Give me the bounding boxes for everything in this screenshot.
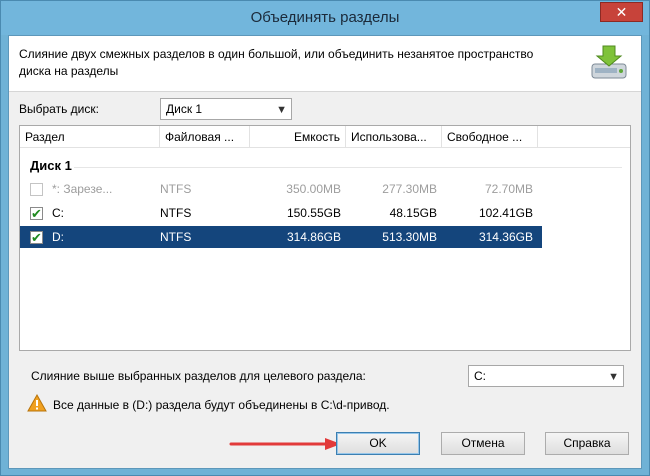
annotation-arrow-icon [229, 438, 341, 450]
cell-free: 314.36GB [478, 230, 533, 244]
row-checkbox [30, 183, 43, 196]
warning-icon [27, 394, 47, 412]
column-header-used[interactable]: Использова... [346, 126, 442, 148]
header-band: Слияние двух смежных разделов в один бол… [9, 36, 641, 92]
list-header: Раздел Файловая ... Емкость Использова..… [20, 126, 630, 148]
cell-filesystem: NTFS [160, 230, 192, 244]
ok-button[interactable]: OK [336, 432, 420, 455]
disk-select-label: Выбрать диск: [19, 102, 99, 116]
title-bar[interactable]: Объединять разделы ✕ [1, 1, 649, 35]
chevron-down-icon: ▼ [276, 104, 287, 116]
row-checkbox[interactable]: ✔ [30, 231, 43, 244]
group-divider [74, 167, 622, 168]
column-header-free[interactable]: Свободное ... [442, 126, 538, 148]
disk-select[interactable]: Диск 1 ▼ [160, 98, 292, 120]
cell-capacity: 150.55GB [286, 206, 341, 220]
table-row-selected[interactable]: ✔ D: NTFS 314.86GB 513.30MB 314.36GB [20, 226, 542, 248]
table-row: *: Зарезе... NTFS 350.00MB 277.30MB 72.7… [20, 178, 542, 200]
cell-free: 72.70MB [484, 182, 533, 196]
cell-capacity: 314.86GB [286, 230, 341, 244]
cell-filesystem: NTFS [160, 206, 192, 220]
cell-used: 277.30MB [382, 182, 437, 196]
column-header-partition[interactable]: Раздел [20, 126, 160, 148]
group-title-disk: Диск 1 [30, 158, 72, 173]
target-partition-label: Слияние выше выбранных разделов для целе… [31, 369, 366, 383]
column-header-filesystem[interactable]: Файловая ... [160, 126, 250, 148]
partition-list[interactable]: Раздел Файловая ... Емкость Использова..… [19, 125, 631, 351]
window-title: Объединять разделы [250, 9, 400, 26]
cell-used: 513.30MB [382, 230, 437, 244]
cancel-button[interactable]: Отмена [441, 432, 525, 455]
dialog-description: Слияние двух смежных разделов в один бол… [19, 47, 534, 78]
help-button[interactable]: Справка [545, 432, 629, 455]
dialog-client: Слияние двух смежных разделов в один бол… [8, 35, 642, 469]
dialog-window: Объединять разделы ✕ Слияние двух смежны… [0, 0, 650, 476]
cell-used: 48.15GB [389, 206, 437, 220]
target-partition-value: C: [474, 369, 486, 383]
close-button[interactable]: ✕ [600, 2, 643, 22]
cell-free: 102.41GB [478, 206, 533, 220]
target-partition-select[interactable]: C: ▼ [468, 365, 624, 387]
row-checkbox[interactable]: ✔ [30, 207, 43, 220]
column-header-capacity[interactable]: Емкость [250, 126, 346, 148]
cell-partition: D: [52, 230, 64, 244]
cell-capacity: 350.00MB [286, 182, 341, 196]
warning-text: Все данные в (D:) раздела будут объедине… [53, 398, 390, 412]
disk-select-value: Диск 1 [166, 102, 203, 116]
merge-disk-icon [591, 45, 627, 79]
cell-partition: C: [52, 206, 64, 220]
chevron-down-icon: ▼ [608, 371, 619, 383]
table-row[interactable]: ✔ C: NTFS 150.55GB 48.15GB 102.41GB [20, 202, 542, 224]
cell-partition: *: Зарезе... [52, 182, 113, 196]
cell-filesystem: NTFS [160, 182, 192, 196]
